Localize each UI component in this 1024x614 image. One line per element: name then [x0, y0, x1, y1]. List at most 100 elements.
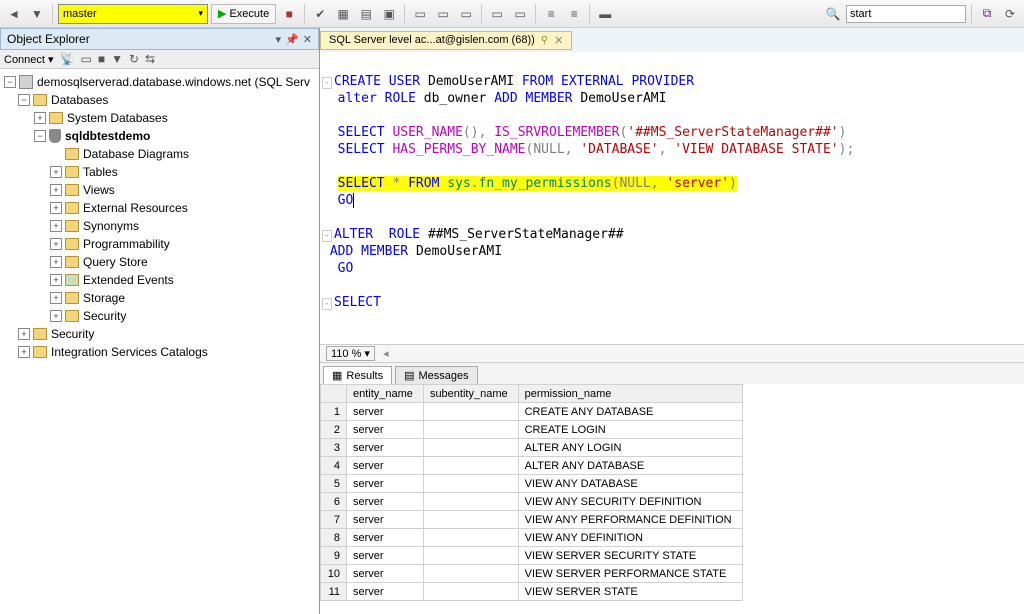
cell[interactable]: VIEW ANY PERFORMANCE DEFINITION [518, 511, 742, 529]
connect-icon[interactable]: 📡 [60, 52, 75, 66]
cell[interactable]: server [347, 529, 424, 547]
disconnect-icon[interactable]: ▭ [81, 52, 92, 66]
cell[interactable]: CREATE LOGIN [518, 421, 742, 439]
sql-editor[interactable]: -CREATE USER DemoUserAMI FROM EXTERNAL P… [320, 52, 1024, 344]
vs-icon[interactable]: ⧉ [977, 4, 997, 24]
cell[interactable]: server [347, 583, 424, 601]
table-row[interactable]: 5serverVIEW ANY DATABASE [321, 475, 743, 493]
cell[interactable]: ALTER ANY DATABASE [518, 457, 742, 475]
expand-icon[interactable]: + [50, 184, 62, 196]
expand-icon[interactable]: + [50, 256, 62, 268]
text-icon[interactable]: ▤ [356, 4, 376, 24]
cell[interactable]: VIEW ANY SECURITY DEFINITION [518, 493, 742, 511]
filter-icon[interactable]: ▼ [27, 4, 47, 24]
expand-icon[interactable]: + [50, 292, 62, 304]
execute-button[interactable]: ▶ Execute [211, 4, 276, 24]
close-icon[interactable]: ✕ [554, 34, 563, 47]
cell[interactable] [423, 421, 518, 439]
table-row[interactable]: 6server VIEW ANY SECURITY DEFINITION [321, 493, 743, 511]
table-row[interactable]: 4server ALTER ANY DATABASE [321, 457, 743, 475]
expand-icon[interactable]: + [50, 274, 62, 286]
system-databases-node[interactable]: System Databases [67, 111, 168, 125]
server-node[interactable]: demosqlserverad.database.windows.net (SQ… [37, 75, 310, 89]
table-row[interactable]: 8server VIEW ANY DEFINITION [321, 529, 743, 547]
diagrams-node[interactable]: Database Diagrams [83, 147, 189, 161]
cell[interactable]: server [347, 457, 424, 475]
cell[interactable]: server [347, 421, 424, 439]
cell[interactable]: server [347, 511, 424, 529]
database-combo[interactable]: master ▾ [58, 4, 208, 24]
stop-icon[interactable]: ■ [98, 52, 105, 66]
row-number[interactable]: 4 [321, 457, 347, 475]
filter-icon[interactable]: ▼ [111, 52, 123, 66]
pin-icon[interactable]: 📌 [285, 33, 299, 46]
cell[interactable]: server [347, 475, 424, 493]
cell[interactable] [423, 457, 518, 475]
grid-icon[interactable]: ▦ [333, 4, 353, 24]
outdent-icon[interactable]: ≡ [564, 4, 584, 24]
pin-icon[interactable]: ⚲ [541, 35, 548, 46]
expand-icon[interactable]: + [18, 346, 30, 358]
cell[interactable]: VIEW ANY DEFINITION [518, 529, 742, 547]
expand-icon[interactable]: + [50, 220, 62, 232]
column-header[interactable]: entity_name [347, 385, 424, 403]
row-number[interactable]: 9 [321, 547, 347, 565]
plan-icon[interactable]: ▣ [379, 4, 399, 24]
synonyms-node[interactable]: Synonyms [83, 219, 139, 233]
fold-icon[interactable]: - [322, 77, 332, 89]
toolbar-icon[interactable]: ▭ [510, 4, 530, 24]
toolbar-icon[interactable]: ▭ [410, 4, 430, 24]
storage-node[interactable]: Storage [83, 291, 125, 305]
table-row[interactable]: 10server VIEW SERVER PERFORMANCE STATE [321, 565, 743, 583]
sync-icon[interactable]: ⟳ [1000, 4, 1020, 24]
expand-icon[interactable]: + [50, 238, 62, 250]
expand-icon[interactable]: + [50, 166, 62, 178]
row-number[interactable]: 10 [321, 565, 347, 583]
sync-icon[interactable]: ⇆ [145, 52, 155, 66]
cell[interactable] [423, 475, 518, 493]
query-store-node[interactable]: Query Store [83, 255, 148, 269]
object-tree[interactable]: −demosqlserverad.database.windows.net (S… [0, 69, 319, 614]
column-header[interactable]: permission_name [518, 385, 742, 403]
cell[interactable]: server [347, 439, 424, 457]
collapse-icon[interactable]: − [18, 94, 30, 106]
cell[interactable]: server [347, 493, 424, 511]
cell[interactable] [423, 439, 518, 457]
cell[interactable] [423, 511, 518, 529]
row-number[interactable]: 5 [321, 475, 347, 493]
comment-icon[interactable]: ▬ [595, 4, 615, 24]
dropdown-icon[interactable]: ▾ [276, 33, 282, 46]
nav-back-icon[interactable]: ◄ [4, 4, 24, 24]
cell[interactable]: VIEW SERVER PERFORMANCE STATE [518, 565, 742, 583]
row-number[interactable]: 1 [321, 403, 347, 421]
indent-icon[interactable]: ≡ [541, 4, 561, 24]
cell[interactable] [423, 547, 518, 565]
cell[interactable]: server [347, 565, 424, 583]
toolbar-icon[interactable]: ▭ [456, 4, 476, 24]
row-number[interactable]: 11 [321, 583, 347, 601]
cell[interactable]: VIEW SERVER SECURITY STATE [518, 547, 742, 565]
external-resources-node[interactable]: External Resources [83, 201, 188, 215]
toolbar-icon[interactable]: ▭ [487, 4, 507, 24]
cell[interactable] [423, 529, 518, 547]
expand-icon[interactable]: + [50, 310, 62, 322]
row-number[interactable]: 8 [321, 529, 347, 547]
table-row[interactable]: 3serverALTER ANY LOGIN [321, 439, 743, 457]
collapse-icon[interactable]: − [34, 130, 46, 142]
messages-tab[interactable]: ▤Messages [395, 366, 478, 384]
table-row[interactable]: 2serverCREATE LOGIN [321, 421, 743, 439]
row-number[interactable]: 6 [321, 493, 347, 511]
fold-icon[interactable]: - [322, 298, 332, 310]
cell[interactable] [423, 403, 518, 421]
cell[interactable]: server [347, 547, 424, 565]
tables-node[interactable]: Tables [83, 165, 118, 179]
refresh-icon[interactable]: ↻ [129, 52, 139, 66]
zoom-combo[interactable]: 110 % ▾ [326, 346, 375, 361]
cell[interactable] [423, 565, 518, 583]
user-db-node[interactable]: sqldbtestdemo [65, 129, 150, 143]
document-tab[interactable]: SQL Server level ac...at@gislen.com (68)… [320, 31, 572, 50]
connect-button[interactable]: Connect ▾ [4, 53, 54, 66]
table-row[interactable]: 7serverVIEW ANY PERFORMANCE DEFINITION [321, 511, 743, 529]
table-row[interactable]: 11server VIEW SERVER STATE [321, 583, 743, 601]
cell[interactable]: VIEW SERVER STATE [518, 583, 742, 601]
